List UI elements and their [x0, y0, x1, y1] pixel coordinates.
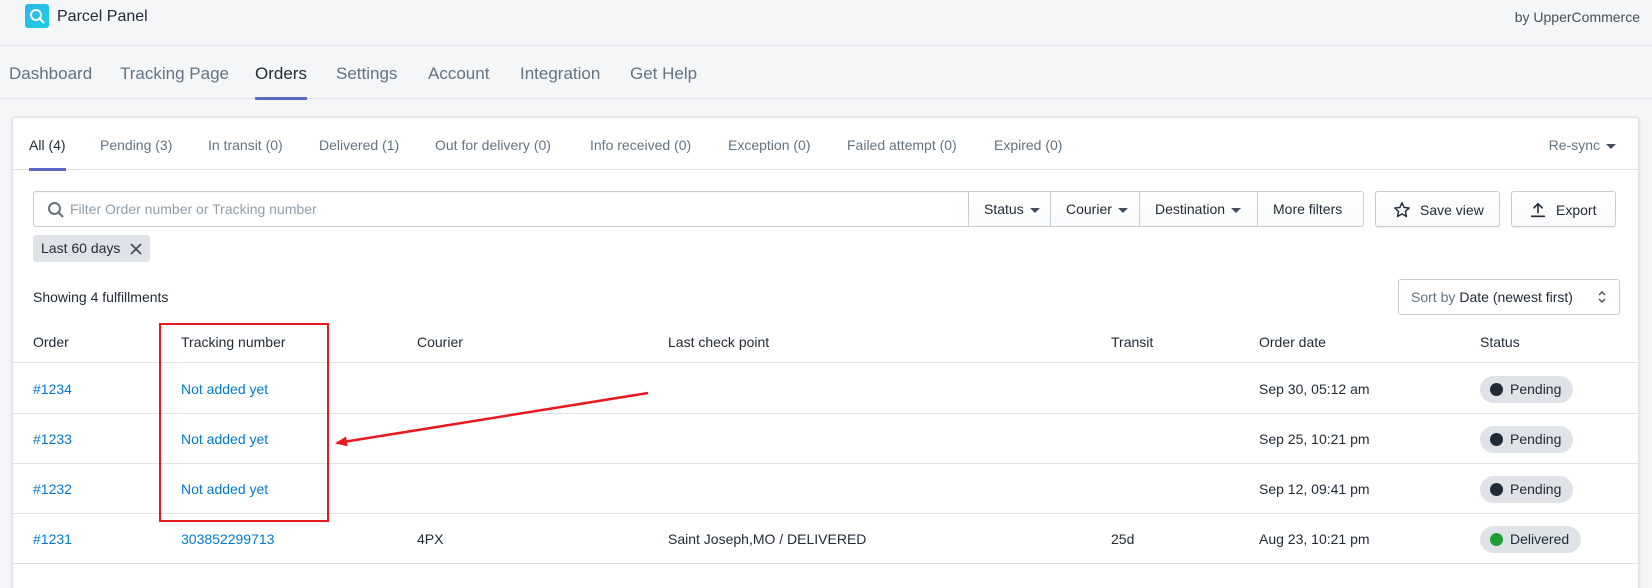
search-box [33, 191, 969, 227]
resync-label: Re-sync [1548, 137, 1600, 153]
status-badge-label: Pending [1510, 381, 1562, 397]
export-button[interactable]: Export [1511, 191, 1616, 227]
order-number-link[interactable]: #1232 [33, 481, 72, 497]
status-badge-label: Delivered [1510, 531, 1570, 547]
caret-down-icon [1117, 207, 1128, 213]
tab-out-for-delivery[interactable]: Out for delivery (0) [435, 137, 551, 153]
status-badge: Pending [1480, 376, 1574, 403]
caret-down-icon [1606, 143, 1616, 149]
column-header-last-check-point: Last check point [668, 334, 770, 350]
status-filter-button[interactable]: Status [968, 191, 1051, 227]
status-dot-icon [1490, 533, 1503, 546]
close-icon[interactable] [128, 241, 144, 257]
order-date-cell: Sep 30, 05:12 am [1259, 381, 1370, 397]
table-row[interactable]: #1231 303852299713 4PX Saint Joseph,MO /… [13, 514, 1640, 564]
applied-filter-tag: Last 60 days [33, 235, 151, 262]
orders-card: All (4) Pending (3) In transit (0) Deliv… [12, 117, 1640, 588]
app-title: Parcel Panel [57, 8, 148, 25]
tab-failed-attempt[interactable]: Failed attempt (0) [847, 137, 957, 153]
applied-filter-label: Last 60 days [41, 240, 121, 256]
nav-settings[interactable]: Settings [336, 64, 397, 84]
save-view-button[interactable]: Save view [1375, 191, 1500, 227]
status-dot-icon [1490, 383, 1503, 396]
status-badge: Pending [1480, 426, 1574, 453]
tab-all[interactable]: All (4) [29, 137, 66, 171]
nav-dashboard[interactable]: Dashboard [9, 64, 92, 84]
order-number-link[interactable]: #1233 [33, 431, 72, 447]
order-number-link[interactable]: #1234 [33, 381, 72, 397]
upload-icon [1530, 202, 1546, 218]
nav-integration[interactable]: Integration [520, 64, 600, 84]
table-row[interactable]: #1233 Not added yet Sep 25, 10:21 pm Pen… [13, 414, 1640, 464]
export-label: Export [1556, 202, 1597, 218]
table-header: Order Tracking number Courier Last check… [13, 317, 1640, 363]
status-badge-label: Pending [1510, 481, 1562, 497]
results-count: Showing 4 fulfillments [33, 289, 169, 305]
search-icon [48, 202, 64, 218]
tab-pending[interactable]: Pending (3) [100, 137, 172, 153]
status-dot-icon [1490, 433, 1503, 446]
courier-filter-label: Courier [1066, 201, 1112, 217]
courier-filter-button[interactable]: Courier [1050, 191, 1140, 227]
column-header-order-date: Order date [1259, 334, 1326, 350]
column-header-status: Status [1480, 334, 1520, 350]
nav-account[interactable]: Account [428, 64, 489, 84]
courier-cell: 4PX [417, 531, 444, 547]
main-nav: Dashboard Tracking Page Orders Settings … [0, 46, 1652, 100]
order-date-cell: Sep 12, 09:41 pm [1259, 481, 1370, 497]
sort-value: Date (newest first) [1459, 289, 1573, 305]
star-icon [1394, 202, 1410, 218]
tab-info-received[interactable]: Info received (0) [590, 137, 691, 153]
save-view-label: Save view [1420, 202, 1484, 218]
status-badge: Pending [1480, 476, 1574, 503]
vendor-byline: by UpperCommerce [1514, 9, 1640, 25]
last-check-point-cell: Saint Joseph,MO / DELIVERED [668, 531, 867, 547]
destination-filter-button[interactable]: Destination [1139, 191, 1258, 227]
tab-exception[interactable]: Exception (0) [728, 137, 810, 153]
status-tabs: All (4) Pending (3) In transit (0) Deliv… [13, 118, 1638, 171]
status-dot-icon [1490, 483, 1503, 496]
search-input[interactable] [70, 193, 950, 225]
sort-select[interactable]: Sort by Date (newest first) [1398, 279, 1620, 315]
caret-down-icon [1231, 207, 1242, 213]
filter-bar: Status Courier Destination More filters … [33, 191, 1619, 227]
column-header-transit: Transit [1111, 334, 1154, 350]
order-number-link[interactable]: #1231 [33, 531, 72, 547]
caret-down-icon [1029, 207, 1040, 213]
tab-in-transit[interactable]: In transit (0) [208, 137, 283, 153]
column-header-courier: Courier [417, 334, 463, 350]
resync-dropdown[interactable]: Re-sync [1549, 137, 1616, 153]
table-row[interactable]: #1234 Not added yet Sep 30, 05:12 am Pen… [13, 364, 1640, 414]
order-date-cell: Sep 25, 10:21 pm [1259, 431, 1370, 447]
column-header-order: Order [33, 334, 69, 350]
more-filters-button[interactable]: More filters [1257, 191, 1364, 227]
tracking-number-link[interactable]: Not added yet [181, 381, 268, 397]
transit-cell: 25d [1111, 531, 1135, 547]
tracking-number-link[interactable]: 303852299713 [181, 531, 274, 547]
sort-label: Sort by [1411, 289, 1456, 305]
tracking-number-link[interactable]: Not added yet [181, 481, 268, 497]
order-date-cell: Aug 23, 10:21 pm [1259, 531, 1370, 547]
destination-filter-label: Destination [1155, 201, 1226, 217]
table-row[interactable]: #1232 Not added yet Sep 12, 09:41 pm Pen… [13, 464, 1640, 514]
tab-expired[interactable]: Expired (0) [994, 137, 1062, 153]
nav-get-help[interactable]: Get Help [630, 64, 697, 84]
tracking-number-link[interactable]: Not added yet [181, 431, 268, 447]
column-header-tracking-number: Tracking number [181, 334, 286, 350]
status-filter-label: Status [984, 201, 1024, 217]
select-arrows-icon [1598, 291, 1606, 303]
tab-delivered[interactable]: Delivered (1) [319, 137, 399, 153]
top-bar: Parcel Panel by UpperCommerce [0, 0, 1652, 46]
status-badge-label: Pending [1510, 431, 1562, 447]
parcel-panel-logo-icon [25, 4, 49, 28]
nav-tracking-page[interactable]: Tracking Page [120, 64, 229, 84]
nav-orders[interactable]: Orders [255, 64, 307, 100]
status-badge: Delivered [1480, 526, 1582, 553]
